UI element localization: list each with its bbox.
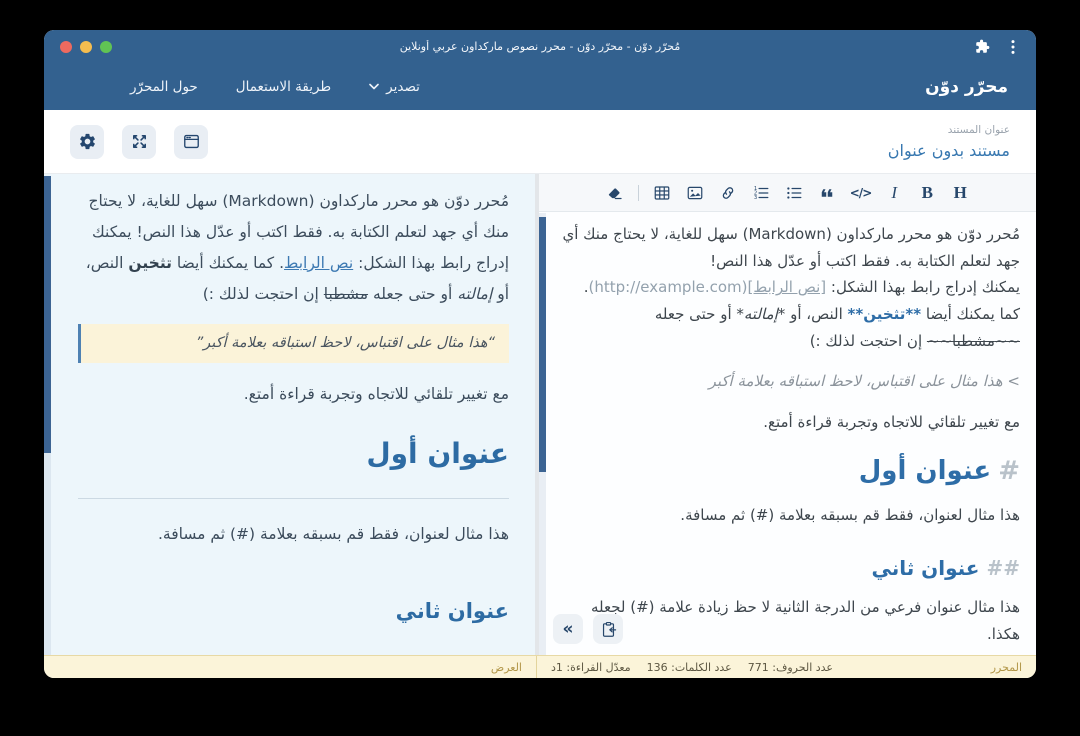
browser-menu-kebab-icon[interactable] xyxy=(1006,39,1020,55)
window-layout-icon xyxy=(182,132,201,151)
nav-item-export[interactable]: تصدير xyxy=(369,79,420,95)
ordered-list-button[interactable]: 1 2 3 xyxy=(751,181,771,205)
preview-pane: مُحرر دوّن هو محرر ماركداون (Markdown) س… xyxy=(44,174,535,655)
markdown-source-editor[interactable]: مُحرر دوّن هو محرر ماركداون (Markdown) س… xyxy=(539,212,1036,655)
editor-toolbar: 1 2 3 xyxy=(539,174,1036,212)
document-title-label: عنوان المستند xyxy=(888,124,1010,136)
extensions-puzzle-icon[interactable] xyxy=(975,39,990,54)
bold-button[interactable]: B xyxy=(917,181,937,205)
clear-button[interactable] xyxy=(605,181,625,205)
md-link-url: (http://example.com) xyxy=(588,278,747,296)
preview-paragraph: هذا مثال لعنوان، فقط قم بسبقه بعلامة (#)… xyxy=(78,519,509,550)
source-paragraph: يمكنك إدراج رابط بهذا الشكل: [نص الرابط]… xyxy=(561,274,1020,354)
preview-paragraph: مُحرر دوّن هو محرر ماركداون (Markdown) س… xyxy=(78,186,509,310)
reading-time: معدّل القراءة: 1د xyxy=(551,661,631,674)
image-button[interactable] xyxy=(685,181,705,205)
document-title[interactable]: مستند بدون عنوان xyxy=(888,141,1010,160)
italic-button[interactable]: I xyxy=(884,181,904,205)
preview-blockquote: “هذا مثال على اقتباس، لاحظ استباقه بعلام… xyxy=(78,324,509,363)
chevron-down-icon xyxy=(369,83,379,90)
code-button[interactable]: </> xyxy=(850,181,872,205)
status-editor-section: المحرر عدد الحروف: 771 عدد الكلمات: 136 … xyxy=(536,656,1036,678)
word-count: عدد الكلمات: 136 xyxy=(647,661,732,674)
blockquote-button[interactable] xyxy=(817,181,837,205)
gear-icon xyxy=(78,132,97,151)
source-paragraph: مع تغيير تلقائي للاتجاه وتجربة قراءة أمت… xyxy=(561,409,1020,436)
quote-icon xyxy=(818,184,836,202)
preview-heading-1: عنوان أول xyxy=(78,426,509,499)
eraser-icon xyxy=(606,184,624,202)
table-icon xyxy=(653,184,671,202)
md-h2-marker: ## xyxy=(986,556,1020,580)
svg-text:3: 3 xyxy=(754,195,757,201)
traffic-lights xyxy=(60,41,180,53)
document-toolbar: عنوان المستند مستند بدون عنوان xyxy=(44,110,1036,174)
char-count: عدد الحروف: 771 xyxy=(748,661,833,674)
unordered-list-icon xyxy=(785,184,803,202)
nav-item-usage[interactable]: طريقة الاستعمال xyxy=(236,79,331,95)
source-blockquote: > هذا مثال على اقتباس، لاحظ استباقه بعلا… xyxy=(561,368,1020,395)
ordered-list-icon: 1 2 3 xyxy=(752,184,770,202)
window-title: مُحرّر دوّن - محرّر دوّن - محرر نصوص مار… xyxy=(180,40,900,53)
status-bar: المحرر عدد الحروف: 771 عدد الكلمات: 136 … xyxy=(44,655,1036,678)
app-window: مُحرّر دوّن - محرّر دوّن - محرر نصوص مار… xyxy=(44,30,1036,678)
preview-paragraph: مع تغيير تلقائي للاتجاه وتجربة قراءة أمت… xyxy=(78,379,509,410)
layout-button[interactable] xyxy=(174,125,208,159)
status-view-section: العرض xyxy=(44,656,536,678)
unordered-list-button[interactable] xyxy=(784,181,804,205)
editor-scrollbar[interactable] xyxy=(539,213,546,655)
app-logo-text[interactable]: محرّر دوّن xyxy=(925,77,1008,97)
double-chevron-left-icon: « xyxy=(563,621,574,638)
source-paragraph: هذا مثال لعنوان، فقط قم بسبقه بعلامة (#)… xyxy=(561,502,1020,529)
md-h1-marker: # xyxy=(998,456,1020,486)
md-link-text: [نص الرابط] xyxy=(748,278,827,296)
clipboard-import-icon xyxy=(600,621,617,638)
editor-pane: 1 2 3 xyxy=(539,174,1036,655)
preview-link[interactable]: نص الرابط xyxy=(284,254,353,272)
table-button[interactable] xyxy=(652,181,672,205)
source-paragraph: مُحرر دوّن هو محرر ماركداون (Markdown) س… xyxy=(561,221,1020,274)
md-strike-token: مشطبا xyxy=(952,332,995,350)
heading-icon: H xyxy=(954,183,967,203)
paste-from-clipboard-button[interactable] xyxy=(593,614,623,644)
md-italic-token: *إمالته* xyxy=(736,305,785,323)
settings-button[interactable] xyxy=(70,125,104,159)
preview-heading-2: عنوان ثاني xyxy=(78,590,509,632)
fullscreen-button[interactable] xyxy=(122,125,156,159)
status-view-label: العرض xyxy=(491,661,522,674)
code-icon: </> xyxy=(850,186,872,200)
titlebar: مُحرّر دوّن - محرّر دوّن - محرر نصوص مار… xyxy=(44,30,1036,63)
status-editor-label: المحرر xyxy=(991,661,1022,674)
preview-scrollbar-thumb[interactable] xyxy=(44,176,51,453)
main-nav: محرّر دوّن تصدير طريقة الاستعمال حول الم… xyxy=(44,63,1036,110)
heading-button[interactable]: H xyxy=(950,181,970,205)
bold-icon: B xyxy=(922,183,933,203)
link-icon xyxy=(719,184,737,202)
toolbar-separator xyxy=(638,185,639,201)
nav-item-about[interactable]: حول المحرّر xyxy=(130,79,198,95)
editor-scrollbar-thumb[interactable] xyxy=(539,217,546,472)
collapse-editor-button[interactable]: « xyxy=(553,614,583,644)
italic-icon: I xyxy=(891,183,897,203)
md-bold-token: **تثخين** xyxy=(848,305,922,323)
expand-arrows-icon xyxy=(130,132,149,151)
link-button[interactable] xyxy=(718,181,738,205)
source-paragraph: هذا مثال عنوان فرعي من الدرجة الثانية لا… xyxy=(561,594,1020,647)
rendered-preview: مُحرر دوّن هو محرر ماركداون (Markdown) س… xyxy=(44,174,535,655)
image-icon xyxy=(686,184,704,202)
preview-paragraph: هذا مثال عنوان فرعي من الدرجة الثانية لا… xyxy=(78,648,509,655)
preview-scrollbar[interactable] xyxy=(44,176,51,655)
close-button[interactable] xyxy=(60,41,72,53)
source-heading-1: #عنوان أول xyxy=(561,448,1020,494)
minimize-button[interactable] xyxy=(80,41,92,53)
source-heading-2: ##عنوان ثاني xyxy=(561,551,1020,587)
zoom-button[interactable] xyxy=(100,41,112,53)
